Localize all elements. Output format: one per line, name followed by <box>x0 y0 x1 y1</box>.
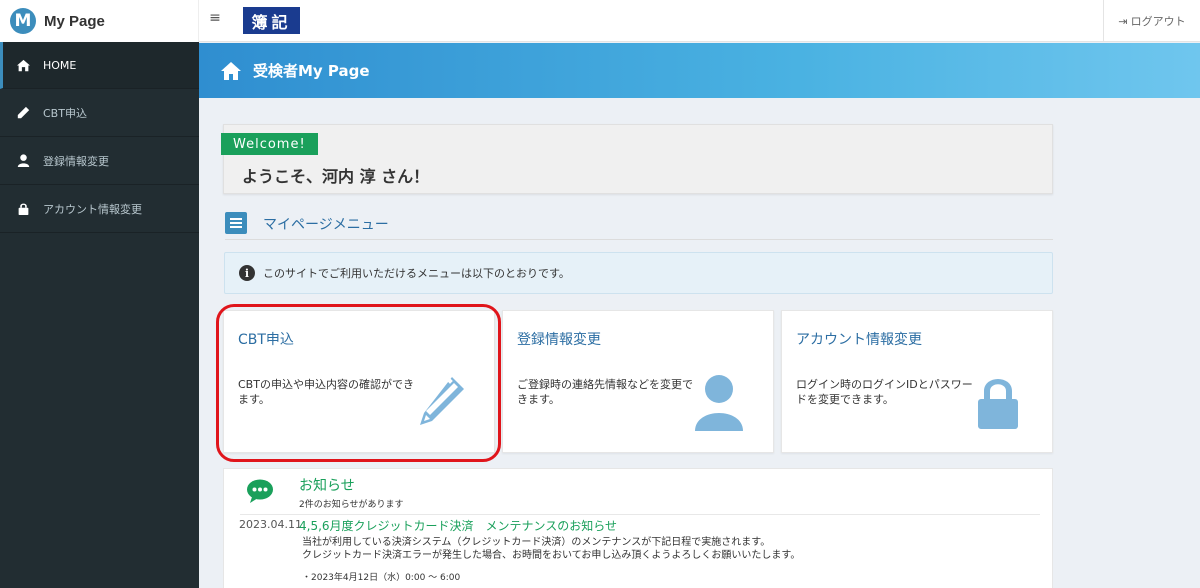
news-schedule: ・2023年4月12日（水）0:00 ～ 6:00 <box>302 573 461 583</box>
info-text: このサイトでご利用いただけるメニューは以下のとおりです。 <box>263 267 570 280</box>
sidebar-item-label: アカウント情報変更 <box>43 202 142 216</box>
lock-icon <box>970 373 1026 431</box>
card-title: CBT申込 <box>238 332 294 348</box>
welcome-box: Welcome! ようこそ、河内 淳 さん！ <box>221 124 1053 194</box>
logout-button[interactable]: ⇥ ログアウト <box>1103 0 1200 42</box>
hamburger-icon[interactable]: ≡ <box>207 10 223 26</box>
brand[interactable]: M My Page <box>0 0 199 42</box>
sidebar-item-home[interactable]: HOME <box>0 42 199 89</box>
card-description: CBTの申込や申込内容の確認ができます。 <box>238 378 414 406</box>
news-title: お知らせ <box>299 478 355 494</box>
user-icon <box>691 373 747 431</box>
news-body-line: クレジットカード決済エラーが発生した場合、お時間をおいてお申し込み頂くようよろし… <box>302 550 801 561</box>
sidebar-item-label: HOME <box>43 58 77 72</box>
pencil-icon <box>412 373 468 431</box>
boki-badge: 簿記 <box>243 7 300 34</box>
welcome-message: ようこそ、河内 淳 さん！ <box>242 167 430 186</box>
card-description: ご登録時の連絡先情報などを変更できます。 <box>517 378 693 406</box>
menu-section-title: マイページメニュー <box>225 208 1053 240</box>
divider <box>240 514 1040 515</box>
pencil-icon <box>16 106 30 120</box>
welcome-tag: Welcome! <box>221 133 318 155</box>
logout-label: ログアウト <box>1130 15 1186 28</box>
news-body-line: 当社が利用している決済システム（クレジットカード決済）のメンテナンスが下記日程で… <box>302 537 771 548</box>
comment-icon <box>246 479 274 503</box>
page-title: 受検者My Page <box>253 62 370 80</box>
sidebar-item-cbt[interactable]: CBT申込 <box>0 89 199 137</box>
sidebar-item-label: 登録情報変更 <box>43 154 109 168</box>
top-navbar: M My Page ≡ 簿記 ⇥ ログアウト <box>0 0 1200 42</box>
sidebar: HOME CBT申込 登録情報変更 アカウント情報変更 <box>0 42 199 588</box>
sign-out-icon: ⇥ <box>1118 14 1128 28</box>
news-panel: お知らせ 2件のお知らせがあります 2023.04.11 4,5,6月度クレジッ… <box>223 468 1053 588</box>
news-body: 当社が利用している決済システム（クレジットカード決済）のメンテナンスが下記日程で… <box>302 536 800 562</box>
home-icon <box>16 58 30 72</box>
menu-title-text: マイページメニュー <box>263 216 389 233</box>
card-registration-change[interactable]: 登録情報変更 ご登録時の連絡先情報などを変更できます。 <box>502 310 774 453</box>
list-icon <box>225 211 247 234</box>
card-title: 登録情報変更 <box>517 332 601 348</box>
sidebar-item-registration[interactable]: 登録情報変更 <box>0 137 199 185</box>
card-title: アカウント情報変更 <box>796 332 922 348</box>
card-cbt-application[interactable]: CBT申込 CBTの申込や申込内容の確認ができます。 <box>223 310 495 453</box>
brand-name: My Page <box>44 12 105 30</box>
user-icon <box>16 154 30 168</box>
info-icon: i <box>239 265 255 281</box>
news-date: 2023.04.11 <box>239 518 302 531</box>
brand-logo: M <box>10 8 36 34</box>
home-icon <box>221 61 241 80</box>
news-count: 2件のお知らせがあります <box>299 500 404 510</box>
content-header: 受検者My Page <box>199 43 1200 98</box>
card-description: ログイン時のログインIDとパスワードを変更できます。 <box>796 378 973 406</box>
info-callout: i このサイトでご利用いただけるメニューは以下のとおりです。 <box>224 252 1053 294</box>
lock-icon <box>16 202 30 216</box>
sidebar-item-account[interactable]: アカウント情報変更 <box>0 185 199 233</box>
card-account-change[interactable]: アカウント情報変更 ログイン時のログインIDとパスワードを変更できます。 <box>781 310 1053 453</box>
sidebar-item-label: CBT申込 <box>43 106 87 120</box>
news-headline-link[interactable]: 4,5,6月度クレジットカード決済 メンテナンスのお知らせ <box>299 517 617 534</box>
